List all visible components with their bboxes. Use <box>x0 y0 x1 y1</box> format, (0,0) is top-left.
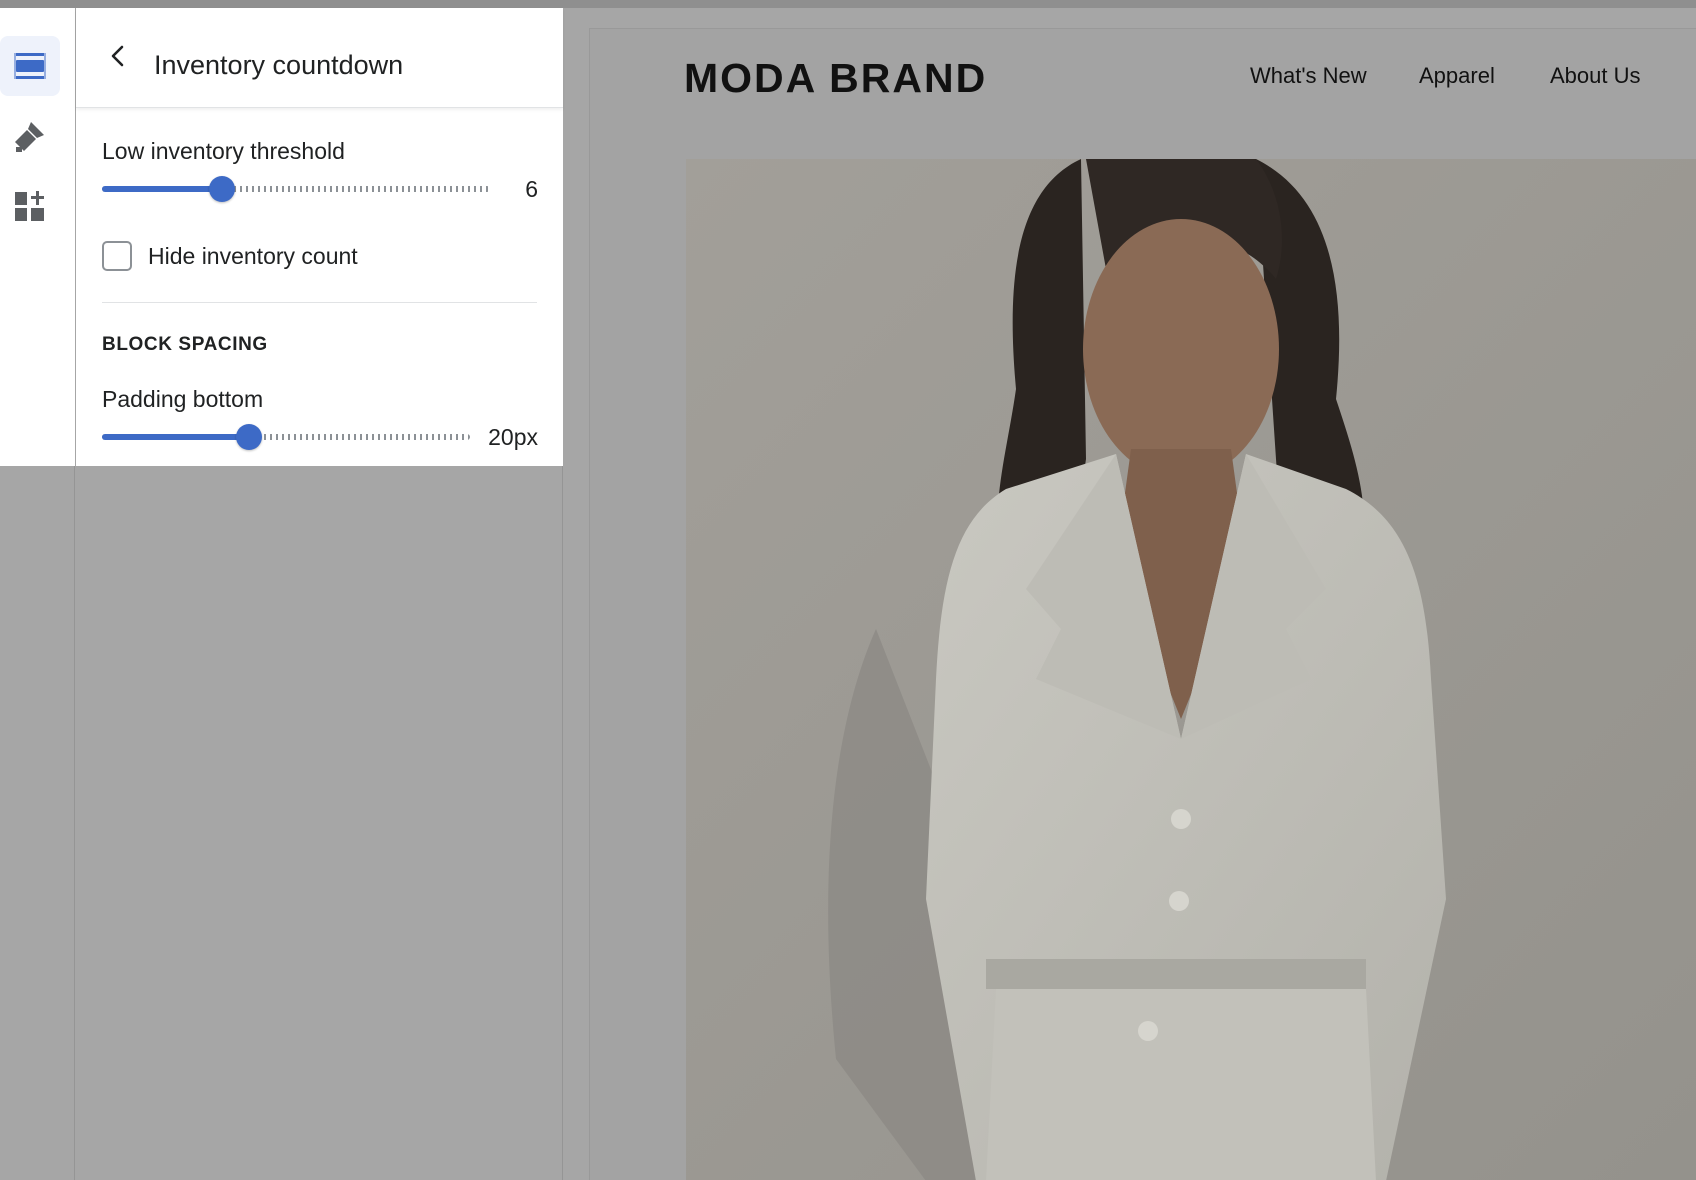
panel-title: Inventory countdown <box>154 50 404 80</box>
theme-brush-icon <box>13 119 47 153</box>
padding-bottom-slider[interactable] <box>102 423 470 451</box>
threshold-label: Low inventory threshold <box>102 138 345 164</box>
padding-bottom-label: Padding bottom <box>102 386 264 412</box>
storefront-preview: MODA BRAND What's New Apparel About Us <box>589 28 1696 1180</box>
hide-inventory-label: Hide inventory count <box>148 242 358 269</box>
nav-link-apparel[interactable]: Apparel <box>1419 63 1495 89</box>
nav-link-whats-new[interactable]: What's New <box>1250 63 1367 89</box>
top-border <box>0 0 1696 8</box>
settings-panel: Inventory countdown Low inventory thresh… <box>76 8 563 466</box>
divider <box>102 302 537 303</box>
padding-bottom-value: 20px <box>488 424 538 450</box>
hero-image <box>686 159 1696 1180</box>
threshold-slider[interactable] <box>102 175 490 203</box>
sections-icon <box>14 50 46 82</box>
threshold-slider-thumb[interactable] <box>209 176 235 202</box>
section-heading-block-spacing: BLOCK SPACING <box>102 334 268 355</box>
nav-link-about-us[interactable]: About Us <box>1550 63 1641 89</box>
hide-inventory-checkbox[interactable] <box>102 241 132 271</box>
threshold-slider-fill <box>102 186 222 192</box>
back-button[interactable] <box>100 40 136 76</box>
chevron-left-icon <box>108 44 128 73</box>
sections-button[interactable] <box>0 36 60 96</box>
padding-slider-fill <box>102 434 249 440</box>
brand-logo[interactable]: MODA BRAND <box>684 55 987 102</box>
model-illustration <box>686 159 1696 1180</box>
panel-header: Inventory countdown <box>76 8 563 108</box>
threshold-value: 6 <box>525 176 538 202</box>
theme-settings-button[interactable] <box>0 106 60 166</box>
icon-rail-top <box>0 8 75 466</box>
padding-slider-thumb[interactable] <box>236 424 262 450</box>
icon-rail <box>0 8 75 1180</box>
hide-inventory-row[interactable]: Hide inventory count <box>102 240 358 272</box>
add-block-icon <box>14 190 46 222</box>
add-block-button[interactable] <box>0 176 60 236</box>
